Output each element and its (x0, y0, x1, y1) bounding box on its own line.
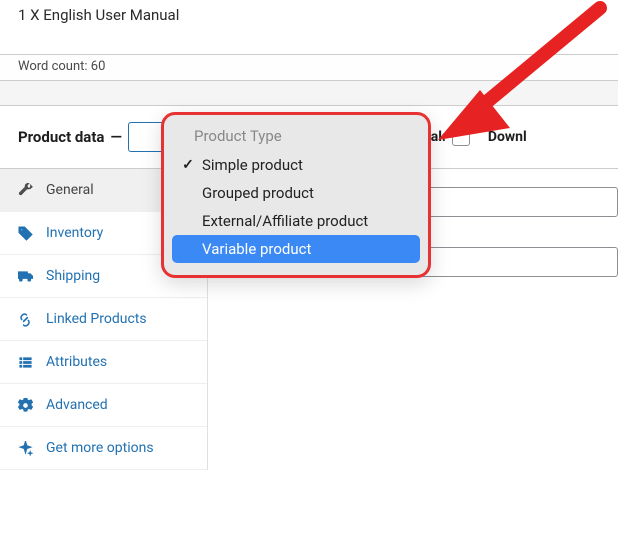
downloadable-label: Downl (488, 129, 527, 145)
dropdown-option-label: Grouped product (202, 184, 314, 202)
sidebar-item-get-more-options[interactable]: Get more options (0, 427, 207, 470)
dropdown-option-label: External/Affiliate product (202, 212, 368, 230)
product-data-dash: — (110, 128, 121, 146)
virtual-checkbox[interactable] (452, 128, 470, 146)
sidebar-item-label: Attributes (46, 354, 107, 370)
sidebar-item-label: Linked Products (46, 311, 147, 327)
dropdown-option-label: Simple product (202, 156, 303, 174)
description-area: 1 X English User Manual (0, 0, 618, 55)
wrench-icon (16, 181, 34, 199)
dropdown-option-grouped[interactable]: Grouped product (172, 179, 420, 207)
tag-icon (16, 224, 34, 242)
list-icon (16, 353, 34, 371)
panel-gap (0, 81, 618, 105)
sidebar-item-advanced[interactable]: Advanced (0, 384, 207, 427)
link-icon (16, 310, 34, 328)
sidebar-item-label: General (46, 182, 94, 198)
dropdown-option-external[interactable]: External/Affiliate product (172, 207, 420, 235)
sidebar-item-label: Advanced (46, 397, 108, 413)
sidebar-item-label: Shipping (46, 268, 100, 284)
wordcount-bar: Word count: 60 (0, 55, 618, 81)
sidebar-item-label: Get more options (46, 440, 154, 456)
product-type-dropdown: Product Type ✓ Simple product Grouped pr… (161, 112, 431, 278)
sidebar-item-linked-products[interactable]: Linked Products (0, 298, 207, 341)
truck-icon (16, 267, 34, 285)
check-icon: ✓ (180, 157, 196, 173)
description-text: 1 X English User Manual (18, 6, 179, 24)
sidebar-item-attributes[interactable]: Attributes (0, 341, 207, 384)
dropdown-option-variable[interactable]: Variable product (172, 235, 420, 263)
sidebar-item-label: Inventory (46, 225, 103, 241)
dropdown-option-label: Variable product (202, 240, 311, 258)
sparkle-icon (16, 439, 34, 457)
product-data-title: Product data (18, 128, 104, 146)
wordcount-label: Word count: 60 (18, 59, 105, 74)
gear-icon (16, 396, 34, 414)
dropdown-heading: Product Type (172, 125, 420, 151)
dropdown-option-simple[interactable]: ✓ Simple product (172, 151, 420, 179)
